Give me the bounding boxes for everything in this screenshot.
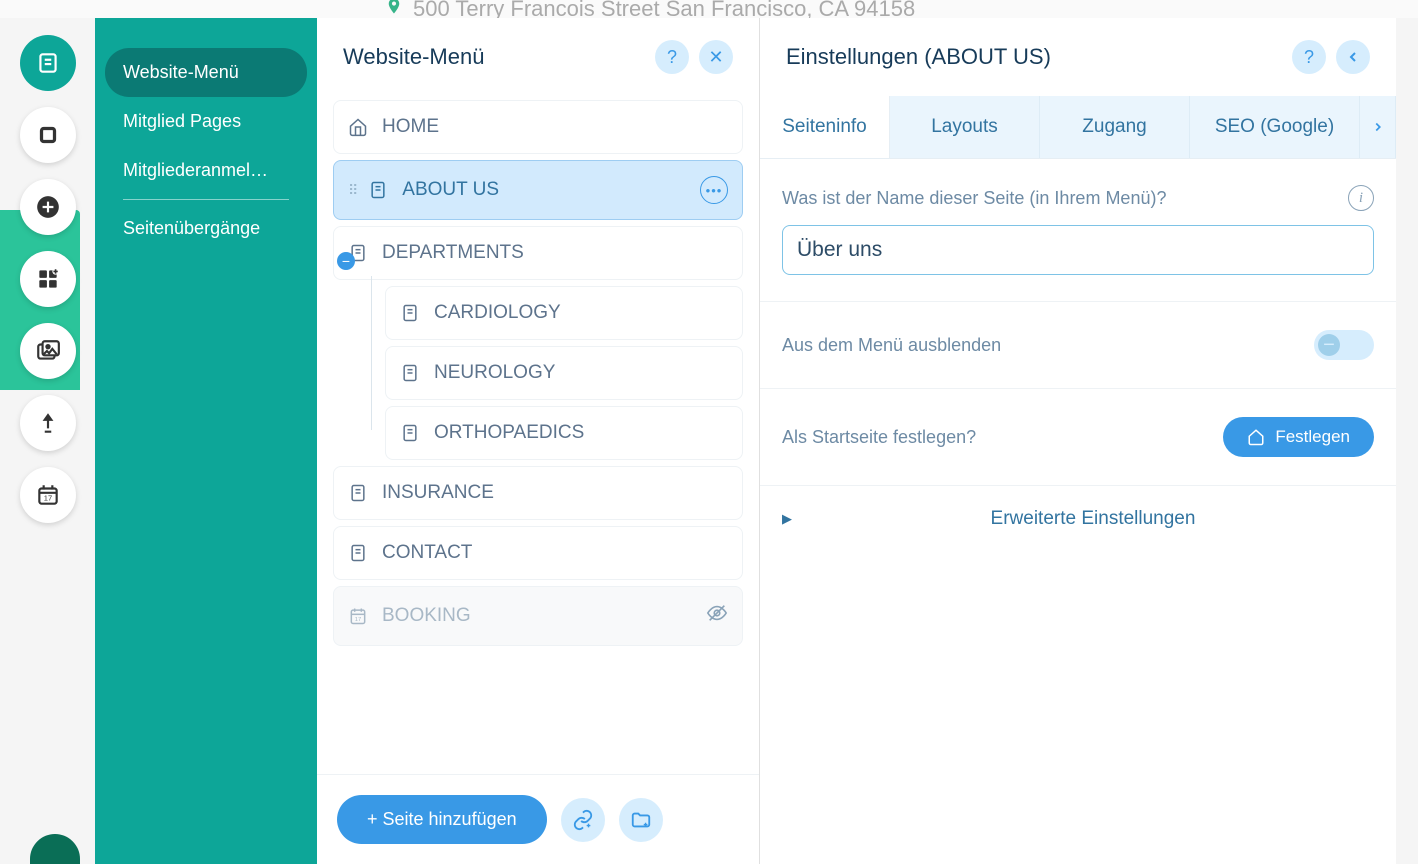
drag-handle-icon[interactable]: ⠿ — [348, 182, 358, 199]
svg-text:17: 17 — [355, 617, 361, 623]
set-homepage-button[interactable]: Festlegen — [1223, 417, 1374, 457]
help-button[interactable]: ? — [655, 40, 689, 74]
tab-layouts[interactable]: Layouts — [890, 96, 1040, 158]
nav-divider — [123, 199, 289, 200]
page-label: BOOKING — [382, 605, 471, 627]
add-page-button[interactable]: + Seite hinzufügen — [337, 795, 547, 844]
nav-item-member-pages[interactable]: Mitglied Pages — [105, 97, 307, 146]
website-menu-panel: Website-Menü ? ✕ HOME ⠿ ABOUT US ••• DEP… — [317, 18, 760, 864]
page-icon — [400, 303, 420, 323]
page-item-insurance[interactable]: INSURANCE — [333, 466, 743, 520]
rail-add-button[interactable] — [20, 179, 76, 235]
rail-background-button[interactable] — [20, 107, 76, 163]
hide-from-menu-toggle[interactable]: − — [1314, 330, 1374, 360]
close-menu-button[interactable]: ✕ — [699, 40, 733, 74]
secondary-nav-panel: Website-Menü Mitglied Pages Mitgliederan… — [95, 18, 317, 864]
rail-bookings-button[interactable]: 17 — [20, 467, 76, 523]
tabs-scroll-right[interactable] — [1360, 96, 1396, 158]
page-settings-panel: Einstellungen (ABOUT US) ? Seiteninfo La… — [760, 18, 1396, 864]
set-homepage-button-label: Festlegen — [1275, 427, 1350, 447]
nav-item-member-signup[interactable]: Mitgliederanmel… — [105, 146, 307, 195]
settings-back-button[interactable] — [1336, 40, 1370, 74]
settings-tabs: Seiteninfo Layouts Zugang SEO (Google) — [760, 96, 1396, 159]
page-label: HOME — [382, 116, 439, 138]
page-item-booking[interactable]: 17 BOOKING — [333, 586, 743, 646]
page-name-input[interactable] — [782, 225, 1374, 275]
tab-seo[interactable]: SEO (Google) — [1190, 96, 1360, 158]
page-label: NEUROLOGY — [434, 362, 555, 384]
page-item-departments[interactable]: DEPARTMENTS — [333, 226, 743, 280]
page-icon — [400, 423, 420, 443]
info-icon[interactable]: i — [1348, 185, 1374, 211]
advanced-settings-toggle[interactable]: ▶ Erweiterte Einstellungen — [760, 485, 1396, 552]
page-label: ORTHOPAEDICS — [434, 422, 584, 444]
page-label: ABOUT US — [402, 179, 499, 201]
nav-item-website-menu[interactable]: Website-Menü — [105, 48, 307, 97]
hide-from-menu-label: Aus dem Menü ausblenden — [782, 335, 1001, 356]
page-label: INSURANCE — [382, 482, 494, 504]
page-item-contact[interactable]: CONTACT — [333, 526, 743, 580]
tree-line — [371, 276, 372, 430]
add-link-button[interactable] — [561, 798, 605, 842]
rail-media-button[interactable] — [20, 323, 76, 379]
page-name-label: Was ist der Name dieser Seite (in Ihrem … — [782, 188, 1166, 209]
settings-title: Einstellungen (ABOUT US) — [786, 44, 1282, 70]
page-label: CARDIOLOGY — [434, 302, 561, 324]
calendar-icon: 17 — [348, 606, 368, 626]
tab-zugang[interactable]: Zugang — [1040, 96, 1190, 158]
page-icon — [348, 483, 368, 503]
menu-panel-title: Website-Menü — [343, 44, 645, 70]
page-icon — [368, 180, 388, 200]
settings-help-button[interactable]: ? — [1292, 40, 1326, 74]
rail-pages-button[interactable] — [20, 35, 76, 91]
add-folder-button[interactable] — [619, 798, 663, 842]
rail-blog-button[interactable] — [20, 395, 76, 451]
advanced-settings-label: Erweiterte Einstellungen — [812, 508, 1374, 530]
hidden-eye-icon — [706, 602, 728, 630]
page-label: CONTACT — [382, 542, 472, 564]
page-more-button[interactable]: ••• — [700, 176, 728, 204]
toggle-knob: − — [1318, 334, 1340, 356]
expand-triangle-icon: ▶ — [782, 511, 792, 527]
set-homepage-label: Als Startseite festlegen? — [782, 427, 976, 448]
pages-list: HOME ⠿ ABOUT US ••• DEPARTMENTS − CARDIO… — [317, 96, 759, 774]
page-item-about-us[interactable]: ⠿ ABOUT US ••• — [333, 160, 743, 220]
tab-seiteninfo[interactable]: Seiteninfo — [760, 96, 890, 158]
nav-item-transitions[interactable]: Seitenübergänge — [105, 204, 307, 253]
page-icon — [400, 363, 420, 383]
page-item-home[interactable]: HOME — [333, 100, 743, 154]
collapse-children-button[interactable]: − — [337, 252, 355, 270]
page-item-orthopaedics[interactable]: ORTHOPAEDICS — [385, 406, 743, 460]
page-icon — [348, 543, 368, 563]
rail-apps-button[interactable] — [20, 251, 76, 307]
page-label: DEPARTMENTS — [382, 242, 524, 264]
left-tool-rail: 17 — [0, 20, 95, 860]
page-item-cardiology[interactable]: CARDIOLOGY — [385, 286, 743, 340]
page-item-neurology[interactable]: NEUROLOGY — [385, 346, 743, 400]
home-icon — [348, 117, 368, 137]
background-page-preview: 500 Terry Francois Street San Francisco,… — [0, 0, 1418, 18]
svg-text:17: 17 — [43, 493, 51, 502]
